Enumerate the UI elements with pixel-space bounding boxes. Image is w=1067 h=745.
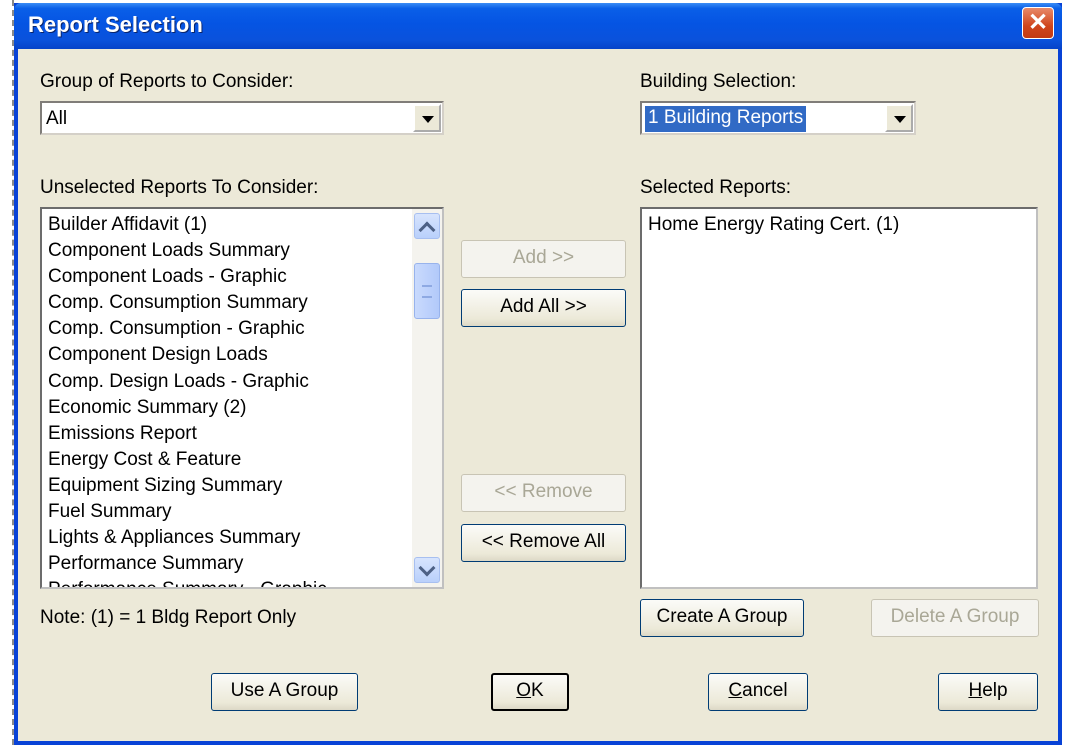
list-item[interactable]: Builder Affidavit (1) bbox=[42, 212, 442, 238]
ok-button[interactable]: OK bbox=[491, 673, 569, 711]
group-select[interactable]: All bbox=[40, 101, 444, 135]
remove-button[interactable]: << Remove bbox=[461, 474, 626, 512]
scroll-up-button[interactable] bbox=[414, 213, 440, 239]
delete-group-button[interactable]: Delete A Group bbox=[871, 599, 1039, 637]
help-label-rest: elp bbox=[982, 680, 1008, 701]
selected-items: Home Energy Rating Cert. (1) bbox=[642, 209, 1036, 238]
list-item[interactable]: Component Loads - Graphic bbox=[42, 264, 442, 290]
add-all-button[interactable]: Add All >> bbox=[461, 289, 626, 327]
use-group-button[interactable]: Use A Group bbox=[211, 673, 358, 711]
add-button[interactable]: Add >> bbox=[461, 240, 626, 278]
chevron-down-icon bbox=[418, 559, 436, 577]
selected-label: Selected Reports: bbox=[640, 177, 792, 198]
list-item[interactable]: Comp. Consumption Summary bbox=[42, 290, 442, 316]
list-item[interactable]: Fuel Summary bbox=[42, 499, 442, 525]
list-item[interactable]: Home Energy Rating Cert. (1) bbox=[642, 212, 1036, 238]
window-title: Report Selection bbox=[28, 12, 203, 37]
list-item[interactable]: Component Loads Summary bbox=[42, 238, 442, 264]
scroll-thumb[interactable] bbox=[414, 263, 440, 319]
group-label: Group of Reports to Consider: bbox=[40, 71, 294, 92]
list-item[interactable]: Performance Summary bbox=[42, 551, 442, 577]
note-text: Note: (1) = 1 Bldg Report Only bbox=[40, 607, 297, 628]
help-button[interactable]: Help bbox=[938, 673, 1038, 711]
list-item[interactable]: Emissions Report bbox=[42, 421, 442, 447]
list-item[interactable]: Component Design Loads bbox=[42, 342, 442, 368]
group-dropdown-arrow-icon[interactable] bbox=[413, 104, 441, 132]
unselected-items: Builder Affidavit (1) Component Loads Su… bbox=[42, 209, 442, 587]
ok-mnemonic: O bbox=[516, 680, 532, 701]
chevron-up-icon bbox=[418, 221, 436, 239]
title-bar[interactable]: Report Selection ✕ bbox=[14, 3, 1062, 49]
close-icon: ✕ bbox=[1027, 9, 1049, 36]
list-item[interactable]: Equipment Sizing Summary bbox=[42, 473, 442, 499]
unselected-reports-list[interactable]: Builder Affidavit (1) Component Loads Su… bbox=[40, 207, 444, 589]
vertical-scrollbar[interactable] bbox=[412, 209, 442, 587]
list-item[interactable]: Comp. Design Loads - Graphic bbox=[42, 369, 442, 395]
list-item[interactable]: Performance Summary - Graphic bbox=[42, 577, 442, 587]
building-label: Building Selection: bbox=[640, 71, 797, 92]
building-select-value: 1 Building Reports bbox=[645, 106, 807, 132]
cancel-button[interactable]: Cancel bbox=[708, 673, 808, 711]
create-group-button[interactable]: Create A Group bbox=[640, 599, 804, 637]
cancel-label-rest: ancel bbox=[742, 680, 788, 701]
report-selection-window: Report Selection ✕ Group of Reports to C… bbox=[14, 3, 1062, 745]
scroll-down-button[interactable] bbox=[414, 557, 440, 583]
building-dropdown-arrow-icon[interactable] bbox=[885, 104, 913, 132]
list-item[interactable]: Lights & Appliances Summary bbox=[42, 525, 442, 551]
remove-all-button[interactable]: << Remove All bbox=[461, 524, 626, 562]
dialog-client-area: Group of Reports to Consider: All Buildi… bbox=[18, 49, 1058, 741]
building-select[interactable]: 1 Building Reports bbox=[640, 101, 916, 135]
left-edge-decoration bbox=[0, 0, 14, 745]
close-button[interactable]: ✕ bbox=[1022, 7, 1054, 39]
list-item[interactable]: Energy Cost & Feature bbox=[42, 447, 442, 473]
help-mnemonic: H bbox=[968, 680, 983, 701]
unselected-label: Unselected Reports To Consider: bbox=[40, 177, 319, 198]
ok-label-rest: K bbox=[531, 680, 544, 701]
list-item[interactable]: Comp. Consumption - Graphic bbox=[42, 316, 442, 342]
group-select-value: All bbox=[46, 108, 68, 129]
cancel-mnemonic: C bbox=[728, 680, 743, 701]
list-item[interactable]: Economic Summary (2) bbox=[42, 395, 442, 421]
selected-reports-list[interactable]: Home Energy Rating Cert. (1) bbox=[640, 207, 1038, 589]
